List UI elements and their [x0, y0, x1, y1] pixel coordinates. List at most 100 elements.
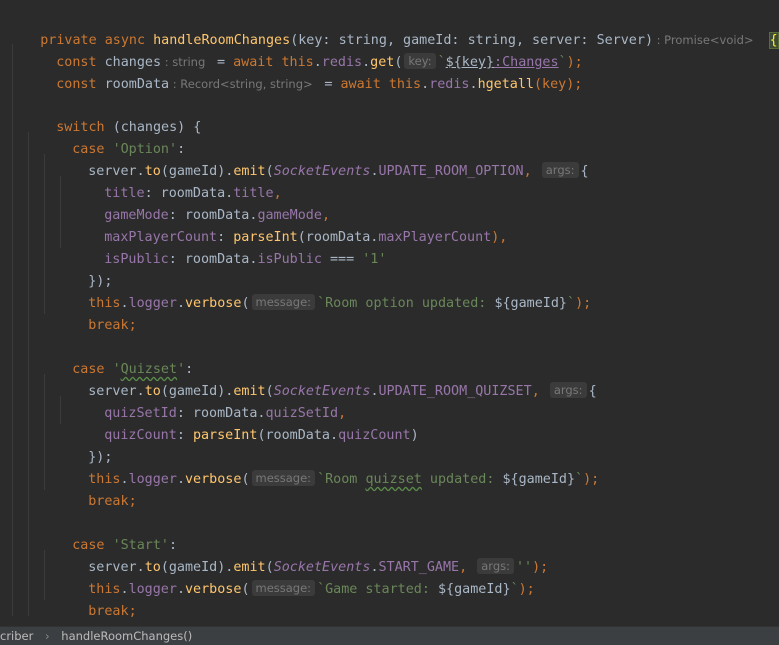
punct: ,: [531, 384, 540, 399]
punct: );: [518, 582, 535, 597]
type: Server: [596, 33, 645, 48]
code-line[interactable]: server.to(gameId).emit(SocketEvents.STAR…: [56, 535, 548, 575]
type-hint: : Record<string, string>: [169, 77, 317, 91]
method-call: verbose: [185, 582, 242, 597]
string: `Game started:: [317, 582, 438, 597]
code-line[interactable]: quizSetId: roomData.quizSetId,: [72, 381, 346, 421]
code-line[interactable]: maxPlayerCount: parseInt(roomData.maxPla…: [72, 205, 507, 245]
punct: .: [176, 472, 185, 487]
punct: ): [410, 428, 419, 443]
code-editor[interactable]: private async handleRoomChanges(key: str…: [0, 0, 779, 626]
keyword: break: [88, 494, 129, 509]
template-interp: ${gameId}: [502, 472, 576, 487]
string: quizset: [365, 472, 422, 487]
punct: (: [241, 472, 250, 487]
punct: .: [370, 164, 379, 179]
indent-guide: [28, 132, 29, 616]
chevron-right-icon: ›: [45, 629, 50, 643]
code-line[interactable]: });: [56, 425, 112, 465]
string: `: [575, 472, 584, 487]
param-hint: message:: [251, 580, 316, 596]
object-key: isPublic: [104, 252, 169, 267]
code-line[interactable]: break;: [56, 579, 136, 619]
string: `Room option updated:: [317, 296, 495, 311]
param-hint: args:: [549, 382, 587, 398]
code-line[interactable]: this.logger.verbose(message: `Room option…: [56, 271, 591, 311]
function-call: parseInt: [192, 428, 258, 443]
enum-class: SocketEvents: [273, 164, 371, 179]
keyword: this: [388, 77, 422, 92]
param-hint: args:: [541, 162, 579, 178]
template-interp: ${gameId}: [438, 582, 511, 597]
code-line[interactable]: this.logger.verbose(message: `Room quizse…: [56, 447, 599, 487]
keyword: const: [56, 77, 105, 92]
punct: );: [583, 472, 600, 487]
string: updated:: [421, 472, 503, 487]
code-line[interactable]: server.to(gameId).emit(SocketEvents.UPDA…: [56, 139, 589, 179]
punct: ;: [128, 604, 137, 619]
string: '1': [362, 252, 387, 267]
code-line[interactable]: private async handleRoomChanges(key: str…: [8, 7, 779, 49]
punct: .: [421, 77, 430, 92]
punct: (: [241, 296, 250, 311]
code-line[interactable]: break;: [56, 469, 136, 509]
object-key: quizCount: [104, 428, 177, 443]
operator: =: [316, 77, 341, 92]
breadcrumb-item[interactable]: handleRoomChanges(): [61, 627, 192, 645]
code-line[interactable]: isPublic: roomData.isPublic === '1': [72, 227, 386, 267]
punct: ,: [523, 164, 532, 179]
code-line[interactable]: break;: [56, 293, 136, 333]
code-line[interactable]: });: [56, 249, 112, 289]
indent-guide: [12, 44, 13, 616]
variable: roomData: [104, 77, 170, 92]
property: redis: [429, 77, 470, 92]
operator: ===: [321, 252, 363, 267]
code-line[interactable]: case 'Option':: [40, 117, 185, 157]
breadcrumb-item[interactable]: criber: [0, 627, 33, 645]
punct: : roomData.: [168, 252, 258, 267]
code-line[interactable]: server.to(gameId).emit(SocketEvents.UPDA…: [56, 359, 597, 399]
code-line[interactable]: switch (changes) {: [24, 95, 201, 135]
punct: );: [575, 296, 592, 311]
code-line[interactable]: gameMode: roomData.gameMode,: [72, 183, 330, 223]
punct: {: [588, 384, 597, 399]
string: `: [567, 296, 576, 311]
code-line[interactable]: title: roomData.title,: [72, 161, 281, 201]
property: quizCount: [338, 428, 411, 443]
code-line[interactable]: case 'Quizset':: [40, 337, 193, 377]
property: isPublic: [257, 252, 322, 267]
keyword: break: [88, 604, 129, 619]
matched-brace: {: [768, 32, 779, 49]
enum-member: UPDATE_ROOM_OPTION: [378, 164, 524, 179]
punct: .: [469, 77, 478, 92]
string: `: [510, 582, 519, 597]
params: ): [644, 33, 653, 48]
param-hint: message:: [251, 294, 316, 310]
code-line[interactable]: const changes : string = await this.redi…: [24, 29, 583, 70]
punct: .: [176, 582, 185, 597]
enum-member: UPDATE_ROOM_QUIZSET: [378, 384, 532, 399]
punct: {: [580, 164, 589, 179]
param-hint: message:: [251, 470, 316, 486]
punct: .: [176, 296, 185, 311]
punct: .: [370, 384, 379, 399]
punct: ),: [491, 230, 508, 245]
punct: ;: [128, 318, 137, 333]
code-line[interactable]: const roomData : Record<string, string> …: [24, 51, 582, 92]
return-type-hint: : Promise<void>: [653, 33, 754, 47]
code-line[interactable]: case 'Start':: [40, 513, 177, 553]
punct: (key);: [534, 77, 583, 92]
property: maxPlayerCount: [378, 230, 492, 245]
code-line[interactable]: this.logger.verbose(message: `Game starte…: [56, 557, 535, 597]
breadcrumb: criber › handleRoomChanges(): [0, 626, 779, 645]
method-call: verbose: [185, 296, 242, 311]
method-call: hgetall: [477, 77, 534, 92]
keyword: break: [88, 318, 129, 333]
code-line[interactable]: quizCount: parseInt(roomData.quizCount): [72, 403, 418, 443]
code-line[interactable]: }: [24, 601, 64, 623]
punct: :: [176, 428, 193, 443]
punct: ;: [128, 494, 137, 509]
string: `Room: [317, 472, 366, 487]
method-call: verbose: [185, 472, 242, 487]
punct: (roomData.: [257, 428, 339, 443]
